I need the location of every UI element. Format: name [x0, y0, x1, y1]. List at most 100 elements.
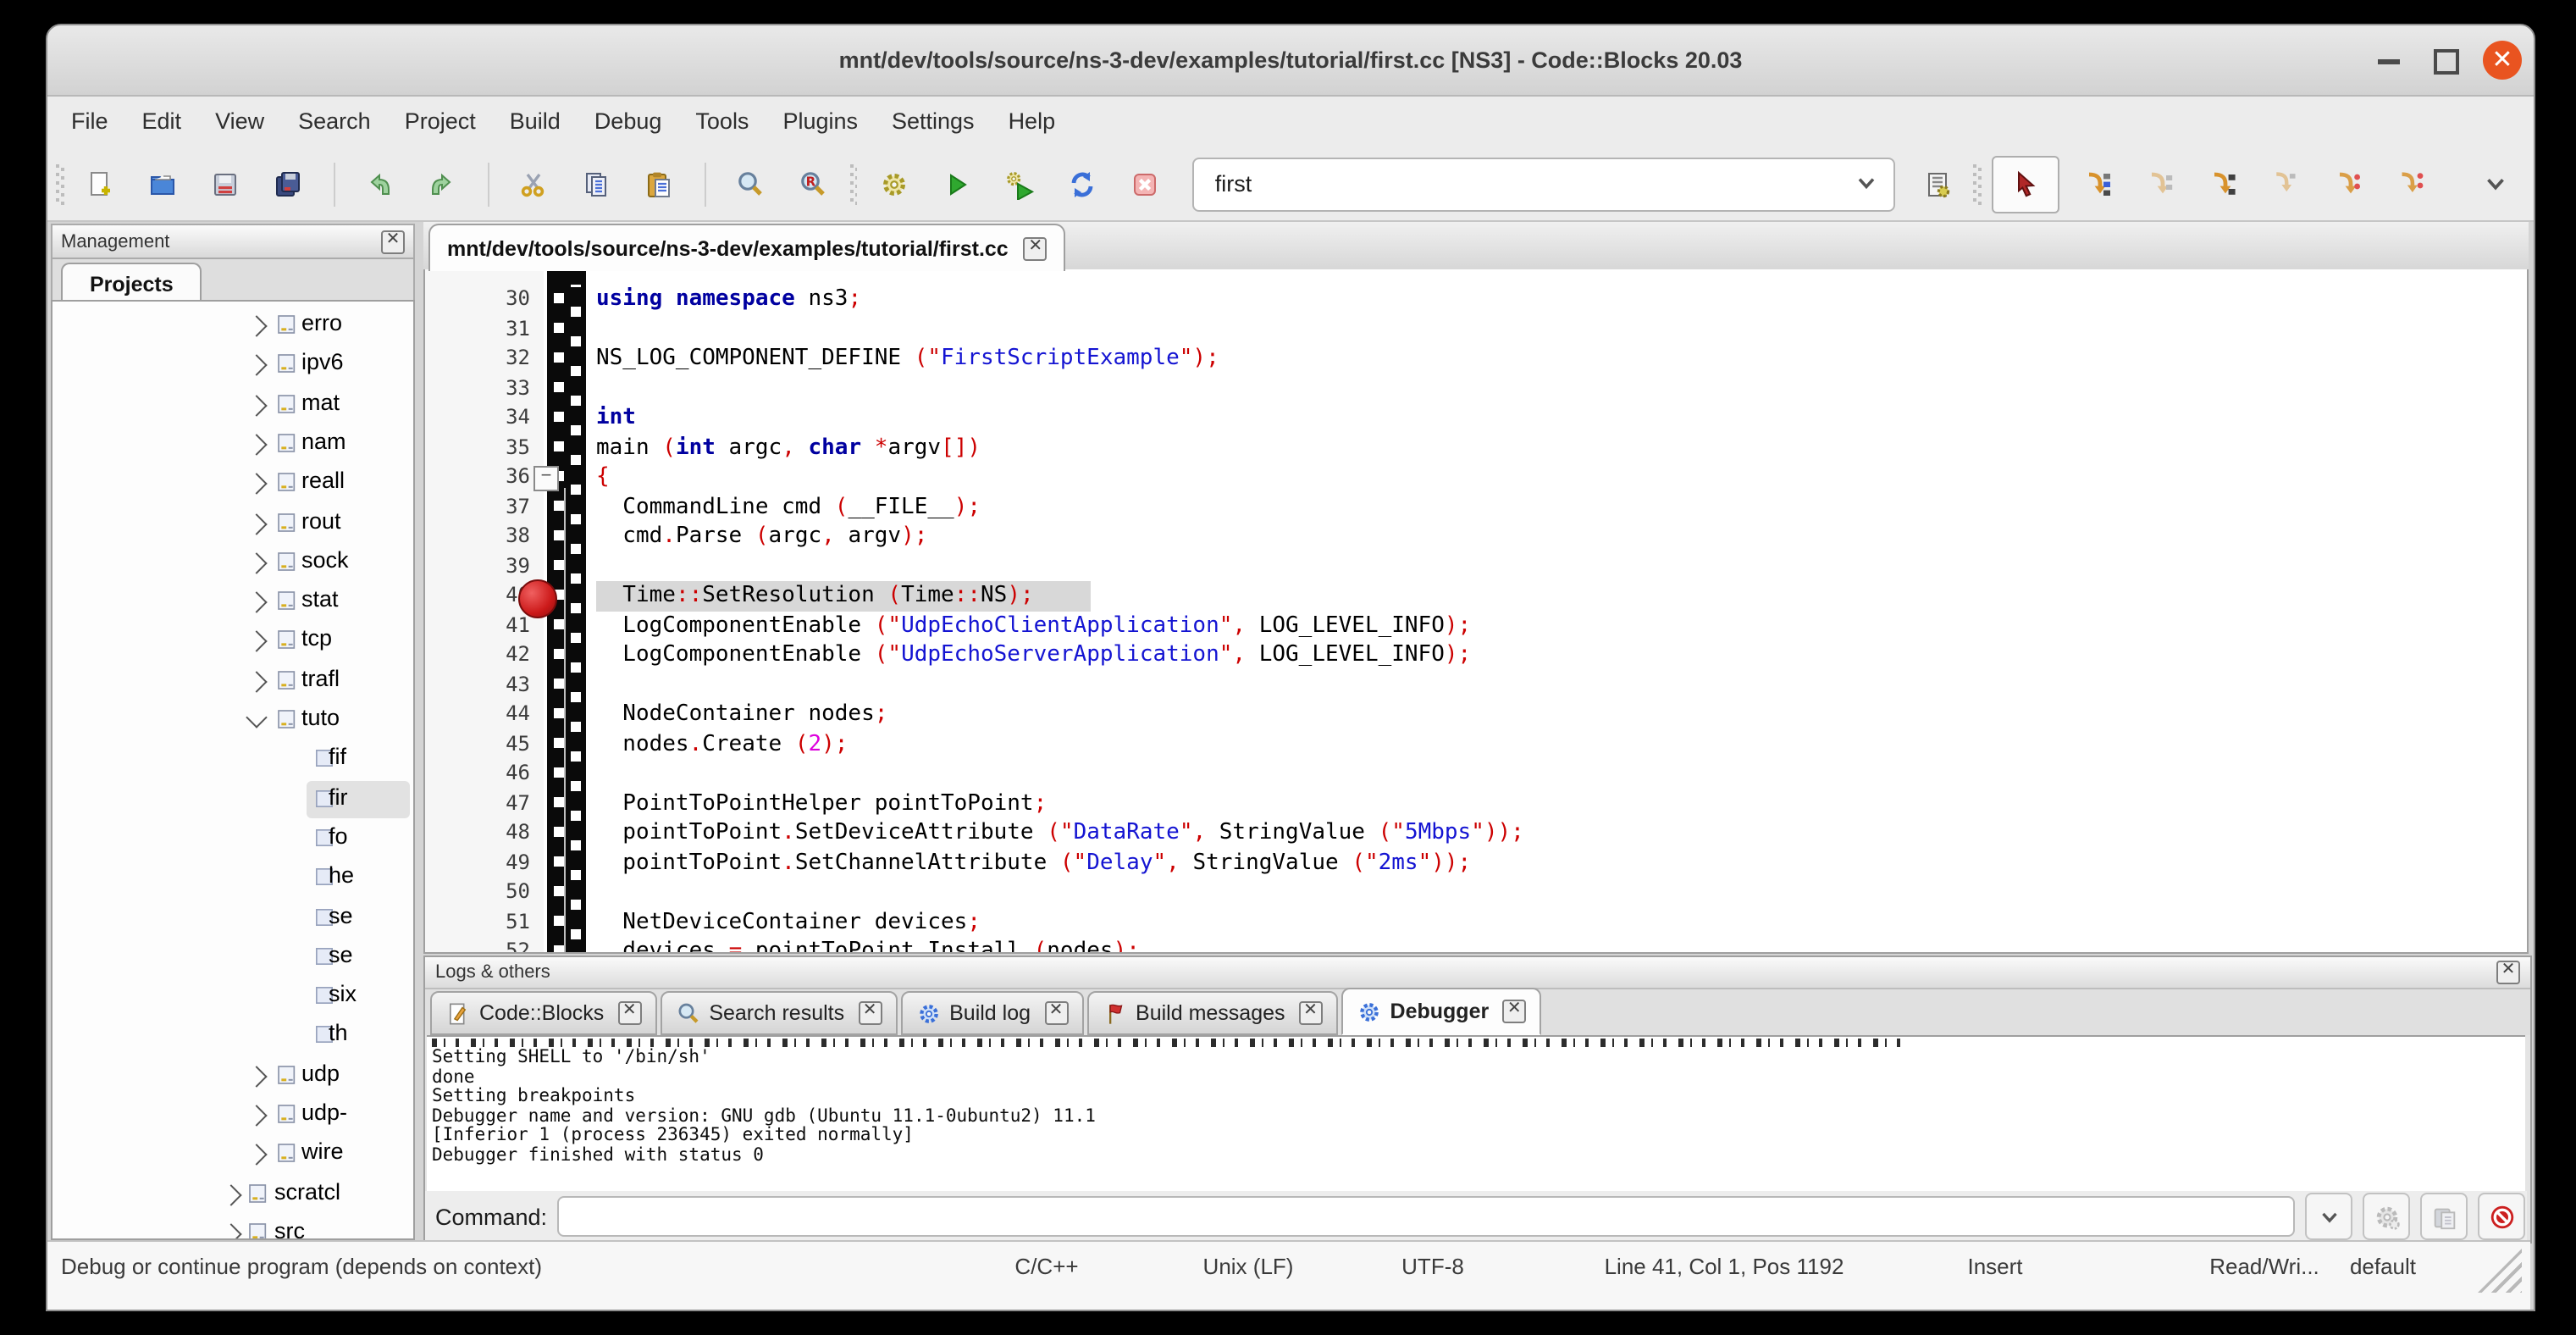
debugger-output[interactable]: Setting SHELL to '/bin/sh'doneSetting br…	[427, 1035, 2525, 1193]
maximize-button[interactable]	[2425, 41, 2466, 81]
code-line-46[interactable]: 46	[425, 759, 2527, 789]
menu-settings[interactable]: Settings	[875, 97, 992, 147]
tree-item-ipv6[interactable]: ipv6	[53, 346, 413, 385]
code-line-30[interactable]: 30using namespace ns3;	[425, 285, 2527, 314]
menu-view[interactable]: View	[198, 97, 281, 147]
build-target-select[interactable]: first	[1193, 157, 1896, 211]
menu-edit[interactable]: Edit	[125, 97, 199, 147]
replace-button[interactable]: R	[787, 158, 839, 210]
line-number[interactable]: 33	[425, 374, 530, 403]
chevron-right-icon[interactable]	[246, 552, 267, 573]
logs-tab-close-icon[interactable]: ✕	[1299, 1001, 1323, 1025]
build-target-list-button[interactable]	[1910, 158, 1963, 210]
new-file-button[interactable]	[75, 158, 127, 210]
line-number[interactable]: 47	[425, 789, 530, 818]
code-line-52[interactable]: 52 devices = pointToPoint.Install (nodes…	[425, 937, 2527, 954]
code-line-41[interactable]: 41 LogComponentEnable ("UdpEchoClientApp…	[425, 611, 2527, 640]
title-bar[interactable]: mnt/dev/tools/source/ns-3-dev/examples/t…	[47, 25, 2534, 97]
chevron-right-icon[interactable]	[246, 474, 267, 495]
tab-projects[interactable]: Projects	[61, 263, 202, 305]
tree-item-se[interactable]: se	[53, 899, 413, 938]
chevron-right-icon[interactable]	[246, 1144, 267, 1166]
tree-item-stat[interactable]: stat	[53, 583, 413, 622]
fold-marker-icon[interactable]: −	[533, 466, 559, 491]
code-line-50[interactable]: 50	[425, 878, 2527, 907]
logs-tab-close-icon[interactable]: ✕	[858, 1001, 882, 1025]
paste-button[interactable]	[633, 158, 685, 210]
menu-help[interactable]: Help	[992, 97, 1073, 147]
tree-item-udp[interactable]: udp	[53, 1056, 413, 1095]
copy-button[interactable]	[570, 158, 622, 210]
chevron-right-icon[interactable]	[246, 671, 267, 692]
resize-grip[interactable]	[2478, 1249, 2522, 1293]
menu-search[interactable]: Search	[281, 97, 388, 147]
line-number[interactable]: 34	[425, 403, 530, 433]
tree-item-reall[interactable]: reall	[53, 464, 413, 503]
code-line-32[interactable]: 32NS_LOG_COMPONENT_DEFINE ("FirstScriptE…	[425, 344, 2527, 374]
tree-item-scratcl[interactable]: scratcl	[53, 1175, 413, 1214]
logs-tab-close-icon[interactable]: ✕	[617, 1001, 641, 1025]
line-number[interactable]: 50	[425, 878, 530, 907]
tree-item-src[interactable]: src	[53, 1215, 413, 1240]
line-number[interactable]: 44	[425, 700, 530, 729]
code-line-49[interactable]: 49 pointToPoint.SetChannelAttribute ("De…	[425, 848, 2527, 878]
tree-item-six[interactable]: six	[53, 978, 413, 1016]
chevron-down-icon[interactable]	[1853, 169, 1880, 196]
menu-tools[interactable]: Tools	[678, 97, 766, 147]
tree-item-fo[interactable]: fo	[53, 820, 413, 859]
line-number[interactable]: 31	[425, 314, 530, 344]
line-number[interactable]: 32	[425, 344, 530, 374]
tree-item-fif[interactable]: fif	[53, 741, 413, 780]
toolbar-overflow-button[interactable]	[2481, 169, 2510, 198]
tree-item-tcp[interactable]: tcp	[53, 623, 413, 662]
logs-tab-close-icon[interactable]: ✕	[1044, 1001, 1068, 1025]
chevron-right-icon[interactable]	[246, 591, 267, 612]
chevron-right-icon[interactable]	[220, 1183, 241, 1205]
toolbar-grip[interactable]	[849, 163, 858, 204]
undo-button[interactable]	[353, 158, 406, 210]
tree-item-se[interactable]: se	[53, 939, 413, 978]
step-into-button[interactable]	[2195, 158, 2247, 210]
redo-button[interactable]	[416, 158, 468, 210]
line-number[interactable]: 42	[425, 640, 530, 670]
breakpoint-icon[interactable]	[518, 579, 557, 618]
code-line-31[interactable]: 31	[425, 314, 2527, 344]
rebuild-button[interactable]	[1056, 158, 1108, 210]
editor-tab-first-cc[interactable]: mnt/dev/tools/source/ns-3-dev/examples/t…	[428, 224, 1066, 271]
logs-tab-build-messages[interactable]: Build messages✕	[1086, 991, 1338, 1035]
clear-log-button[interactable]	[2478, 1193, 2525, 1240]
line-number[interactable]: 45	[425, 729, 530, 759]
logs-tab-debugger[interactable]: Debugger✕	[1341, 988, 1542, 1035]
debug-continue-button[interactable]	[1992, 155, 2059, 213]
save-button[interactable]	[200, 158, 252, 210]
code-line-38[interactable]: 38 cmd.Parse (argc, argv);	[425, 522, 2527, 551]
tree-item-th[interactable]: th	[53, 1017, 413, 1056]
code-line-33[interactable]: 33	[425, 374, 2527, 403]
tree-item-tuto[interactable]: tuto	[53, 701, 413, 740]
chevron-right-icon[interactable]	[246, 1066, 267, 1087]
code-line-43[interactable]: 43	[425, 670, 2527, 700]
logs-tab-build-log[interactable]: Build log✕	[900, 991, 1083, 1035]
toolbar-grip[interactable]	[1973, 163, 1982, 204]
line-number[interactable]: 37	[425, 492, 530, 522]
copy-log-button[interactable]	[2420, 1193, 2468, 1240]
minimize-button[interactable]	[2368, 41, 2408, 81]
menu-build[interactable]: Build	[493, 97, 578, 147]
tree-item-rout[interactable]: rout	[53, 504, 413, 543]
cut-button[interactable]	[507, 158, 560, 210]
debugger-settings-button[interactable]	[2363, 1193, 2410, 1240]
menu-file[interactable]: File	[54, 97, 125, 147]
tree-item-trafl[interactable]: trafl	[53, 662, 413, 701]
menu-project[interactable]: Project	[388, 97, 493, 147]
chevron-right-icon[interactable]	[246, 631, 267, 652]
run-button[interactable]	[931, 158, 983, 210]
logs-tab-close-icon[interactable]: ✕	[1502, 1000, 1526, 1023]
step-into-instruction-button[interactable]	[2383, 158, 2435, 210]
command-history-button[interactable]	[2305, 1193, 2352, 1240]
chevron-down-icon[interactable]	[1853, 169, 1880, 196]
find-button[interactable]	[724, 158, 777, 210]
build-and-run-button[interactable]	[993, 158, 1046, 210]
code-line-40[interactable]: 40 Time::SetResolution (Time::NS);	[425, 581, 2527, 611]
code-line-51[interactable]: 51 NetDeviceContainer devices;	[425, 907, 2527, 937]
tree-item-erro[interactable]: erro	[53, 307, 413, 346]
